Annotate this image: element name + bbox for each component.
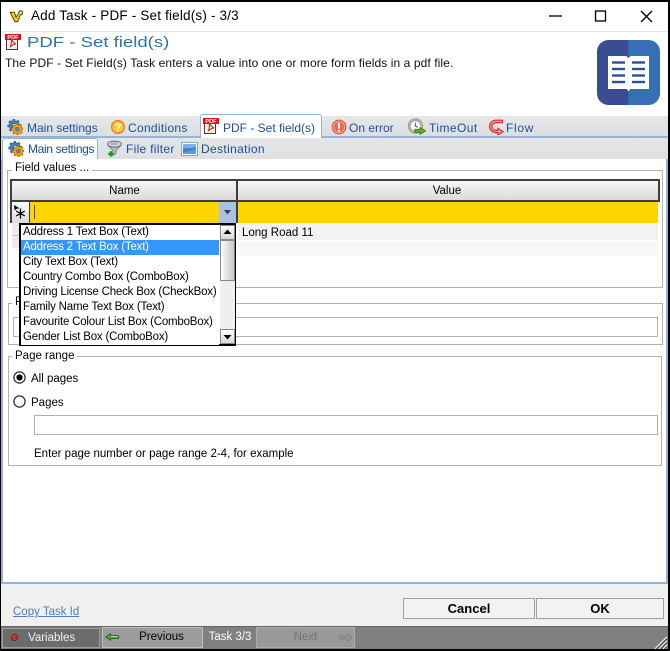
svg-text:PDF: PDF <box>7 35 19 41</box>
svg-text:PDF: PDF <box>205 119 217 125</box>
svg-text:?: ? <box>115 122 122 134</box>
